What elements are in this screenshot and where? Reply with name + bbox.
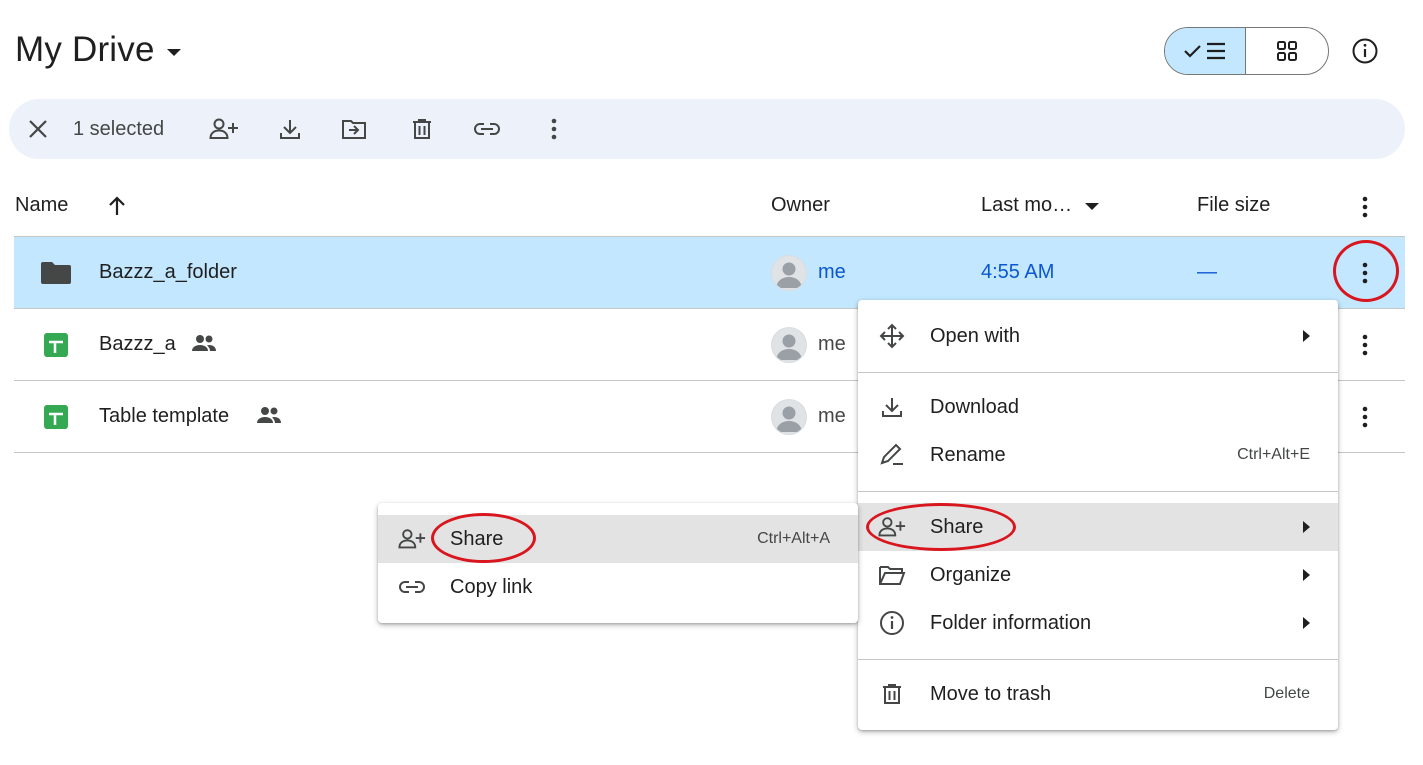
avatar	[771, 255, 807, 291]
link-icon	[398, 573, 426, 601]
avatar	[771, 327, 807, 363]
pencil-icon	[878, 441, 906, 469]
submenu-arrow-icon	[1303, 521, 1310, 533]
file-size: —	[1197, 261, 1217, 283]
menu-item-label: Download	[930, 395, 1019, 418]
submenu-arrow-icon	[1303, 617, 1310, 629]
menu-item-shortcut: Ctrl+Alt+A	[757, 530, 830, 547]
menu-item-share[interactable]: Share	[858, 503, 1338, 551]
submenu-item-copy-link[interactable]: Copy link	[378, 563, 858, 611]
caret-down-icon	[166, 48, 181, 56]
menu-item-shortcut: Delete	[1263, 685, 1310, 702]
avatar	[771, 399, 807, 435]
menu-divider	[858, 372, 1338, 373]
move-button[interactable]	[334, 109, 374, 149]
more-vert-icon	[551, 118, 557, 140]
owner-name: me	[818, 261, 846, 283]
page-title-dropdown[interactable]: My Drive	[15, 30, 181, 70]
shared-people-icon	[256, 405, 282, 425]
row-more-actions-button[interactable]	[1345, 253, 1385, 293]
info-icon	[1352, 38, 1378, 64]
trash-icon	[878, 680, 906, 708]
menu-item-label: Share	[930, 515, 984, 538]
share-submenu: Share Ctrl+Alt+A Copy link	[378, 503, 858, 623]
column-options-button[interactable]	[1345, 187, 1385, 227]
menu-divider	[858, 659, 1338, 660]
more-actions-button[interactable]	[534, 109, 574, 149]
column-header-size[interactable]: File size	[1197, 194, 1270, 217]
more-vert-icon	[1362, 262, 1368, 284]
share-icon	[398, 525, 426, 553]
menu-item-label: Organize	[930, 563, 1012, 586]
menu-item-open-with[interactable]: Open with	[858, 312, 1338, 360]
caret-down-icon	[1084, 202, 1100, 212]
table-row[interactable]: Bazzz_a_folder me 4:55 AM —	[14, 237, 1405, 309]
menu-item-organize[interactable]: Organize	[858, 551, 1338, 599]
more-vert-icon	[1362, 334, 1368, 356]
page-title: My Drive	[15, 30, 155, 69]
menu-item-shortcut: Ctrl+Alt+E	[1237, 446, 1310, 463]
grid-icon	[1277, 41, 1297, 61]
menu-item-folder-information[interactable]: Folder information	[858, 599, 1338, 647]
menu-divider	[858, 491, 1338, 492]
more-vert-icon	[1362, 196, 1368, 218]
menu-item-label: Open with	[930, 324, 1021, 347]
share-icon	[209, 118, 238, 139]
move-arrows-icon	[878, 322, 906, 350]
copy-link-button[interactable]	[467, 109, 507, 149]
selection-count: 1 selected	[73, 118, 165, 140]
folder-open-icon	[878, 561, 906, 589]
menu-item-move-to-trash[interactable]: Move to trash Delete	[858, 670, 1338, 718]
selection-toolbar: 1 selected	[9, 99, 1405, 159]
menu-item-label: Share	[450, 527, 504, 550]
menu-item-label: Copy link	[450, 575, 533, 598]
last-modified: 4:55 AM	[981, 261, 1055, 283]
view-toggle	[1164, 27, 1329, 75]
trash-icon	[413, 119, 431, 139]
menu-item-rename[interactable]: Rename Ctrl+Alt+E	[858, 431, 1338, 479]
menu-item-label: Folder information	[930, 611, 1092, 634]
move-icon	[342, 120, 366, 139]
owner-name: me	[818, 333, 846, 355]
download-icon	[878, 393, 906, 421]
context-menu: Open with Download Rename Ctrl+Alt+E Sha…	[858, 300, 1338, 730]
download-icon	[280, 120, 300, 139]
submenu-arrow-icon	[1303, 330, 1310, 342]
close-icon	[29, 120, 47, 138]
sort-ascending-button[interactable]	[104, 193, 130, 219]
info-icon	[878, 609, 906, 637]
menu-item-label: Rename	[930, 443, 1006, 466]
column-header-name[interactable]: Name	[15, 194, 68, 217]
submenu-item-share[interactable]: Share Ctrl+Alt+A	[378, 515, 858, 563]
check-list-icon	[1184, 42, 1225, 60]
details-button[interactable]	[1345, 31, 1385, 71]
column-header-modified[interactable]: Last mo…	[981, 194, 1072, 217]
menu-item-download[interactable]: Download	[858, 383, 1338, 431]
download-button[interactable]	[270, 109, 310, 149]
file-name[interactable]: Table template	[99, 405, 229, 428]
column-header-owner[interactable]: Owner	[771, 194, 830, 217]
menu-item-label: Move to trash	[930, 682, 1052, 705]
file-name[interactable]: Bazzz_a_folder	[99, 261, 237, 284]
folder-icon	[40, 261, 72, 285]
row-more-actions-button[interactable]	[1345, 397, 1385, 437]
shared-people-icon	[191, 333, 217, 353]
spreadsheet-icon	[40, 333, 72, 357]
row-more-actions-button[interactable]	[1345, 325, 1385, 365]
trash-button[interactable]	[402, 109, 442, 149]
clear-selection-button[interactable]	[18, 109, 58, 149]
submenu-arrow-icon	[1303, 569, 1310, 581]
owner-name: me	[818, 405, 846, 427]
link-icon	[474, 123, 500, 135]
share-icon	[878, 513, 906, 541]
grid-view-button[interactable]	[1246, 28, 1328, 74]
share-button[interactable]	[204, 109, 244, 149]
list-view-button[interactable]	[1165, 28, 1247, 74]
more-vert-icon	[1362, 406, 1368, 428]
file-name[interactable]: Bazzz_a	[99, 333, 176, 356]
arrow-up-icon	[109, 196, 125, 215]
spreadsheet-icon	[40, 405, 72, 429]
